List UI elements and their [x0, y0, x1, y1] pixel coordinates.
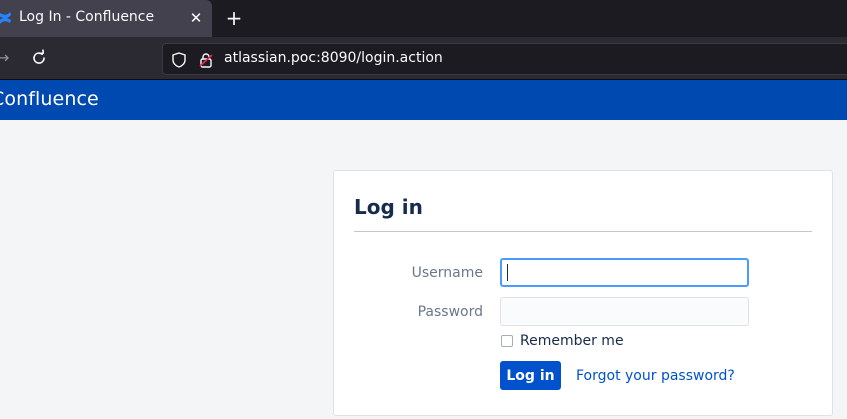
- password-label: Password: [417, 304, 483, 320]
- close-icon[interactable]: ✕: [186, 7, 206, 29]
- login-panel: Log in Username Password Remember me Log…: [333, 170, 833, 416]
- confluence-logo-icon: [0, 11, 12, 25]
- browser-nav-bar: → atlassian.poc:8090/login.action: [0, 37, 847, 80]
- username-input[interactable]: [500, 258, 749, 287]
- browser-tab[interactable]: Log In - Confluence ✕: [0, 0, 212, 37]
- app-header: Confluence: [0, 80, 847, 120]
- address-bar[interactable]: atlassian.poc:8090/login.action: [162, 43, 847, 75]
- tab-title: Log In - Confluence: [19, 9, 155, 25]
- url-text[interactable]: atlassian.poc:8090/login.action: [224, 50, 443, 66]
- browser-tab-strip: Log In - Confluence ✕ +: [0, 0, 847, 37]
- username-label: Username: [411, 265, 483, 281]
- app-logo[interactable]: Confluence: [0, 88, 99, 110]
- reload-icon[interactable]: [30, 49, 48, 67]
- text-caret: [507, 264, 508, 281]
- remember-me-checkbox[interactable]: [501, 335, 513, 347]
- forgot-password-link[interactable]: Forgot your password?: [576, 368, 735, 384]
- login-button[interactable]: Log in: [500, 361, 561, 390]
- login-divider: [354, 231, 812, 232]
- password-input[interactable]: [500, 297, 749, 326]
- login-title: Log in: [354, 195, 423, 219]
- new-tab-button[interactable]: +: [222, 6, 246, 30]
- remember-me-label[interactable]: Remember me: [520, 333, 624, 349]
- insecure-lock-icon[interactable]: [198, 52, 214, 68]
- shield-icon[interactable]: [172, 52, 186, 68]
- forward-arrow-icon[interactable]: →: [0, 48, 12, 68]
